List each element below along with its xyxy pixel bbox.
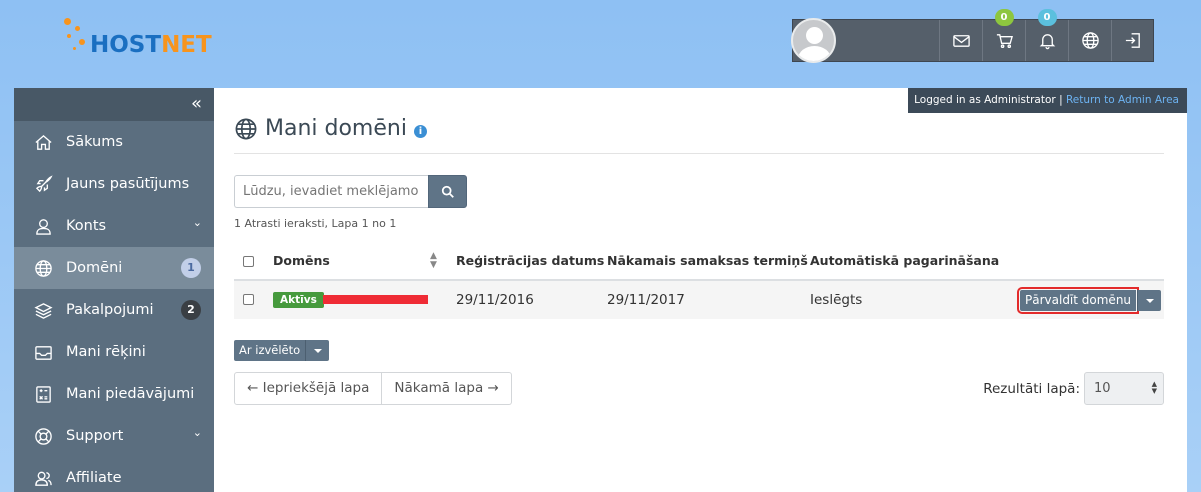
manage-domain-dropdown-toggle[interactable] [1137,290,1162,311]
manage-domain-button[interactable]: Pārvaldīt domēnu [1016,287,1140,314]
logo-text: HOSTNET [90,32,212,58]
globe-icon [1081,32,1099,49]
registration-date: 29/11/2016 [456,292,534,308]
cart-button[interactable]: 0 [982,9,1025,61]
sidebar-item-label: Sākums [66,134,123,150]
logout-button[interactable] [1111,20,1154,61]
sidebar-header: « [14,88,214,121]
envelope-icon [952,35,970,47]
admin-bar: Logged in as Administrator | Return to A… [908,88,1187,113]
search-button[interactable] [428,175,467,208]
column-header-domain[interactable]: Domēns [273,253,330,268]
previous-page-button[interactable]: ← Iepriekšējā lapa [234,372,383,405]
users-icon [33,468,54,489]
hostnet-logo[interactable]: HOSTNET [62,16,232,64]
globe-icon [235,118,257,139]
search-bar [234,175,467,208]
results-per-page-value: 10 [1094,381,1111,396]
redacted-domain-name [323,295,428,304]
sidebar-item-label: Mani rēķini [66,344,146,360]
sidebar-item-label: Jauns pasūtījums [66,176,190,192]
avatar[interactable] [791,18,836,63]
sidebar-item-domains[interactable]: Domēni 1 [14,247,214,289]
language-button[interactable] [1068,20,1111,61]
main-content: Logged in as Administrator | Return to A… [214,88,1187,492]
sidebar-item-label: Pakalpojumi [66,302,154,318]
inbox-icon [33,342,54,363]
status-badge: Aktīvs [273,292,324,308]
home-icon [33,132,54,153]
lifebuoy-icon [33,426,54,447]
sidebar-item-quotes[interactable]: Mani piedāvājumi [14,373,214,415]
auto-renew-status: Ieslēgts [810,292,863,308]
sidebar-item-account[interactable]: Konts ⌄ [14,205,214,247]
globe-icon [33,258,54,279]
sidebar-item-new-order[interactable]: Jauns pasūtījums [14,163,214,205]
bulk-action-group: Ar izvēlēto [234,340,330,361]
sidebar-item-affiliate[interactable]: Affiliate [14,457,214,492]
search-input[interactable] [234,175,428,208]
collapse-sidebar-icon[interactable]: « [191,93,202,114]
table-row[interactable]: Aktīvs 29/11/2016 29/11/2017 Ieslēgts Pā… [234,281,1164,319]
domains-count-badge: 1 [181,258,201,278]
info-icon[interactable]: i [413,124,427,138]
title-divider [234,153,1164,154]
user-toolbar: 0 0 [791,9,1154,63]
sidebar-item-label: Konts [66,218,107,234]
sidebar-item-label: Affiliate [66,470,122,486]
page-title: Mani domēni i [234,116,427,141]
sidebar-item-label: Mani piedāvājumi [66,386,195,402]
page-title-text: Mani domēni [265,116,407,141]
search-icon [441,185,454,198]
logged-in-text: Logged in as Administrator [914,94,1056,106]
cart-icon [996,34,1013,49]
layers-icon [33,300,54,321]
cart-count-badge: 0 [994,9,1014,26]
chevron-down-icon: ⌄ [192,216,202,229]
column-header-next-due[interactable]: Nākamais samaksas termiņš [607,253,808,268]
pagination: ← Iepriekšējā lapa Nākamā lapa → [234,372,512,405]
sidebar-item-services[interactable]: Pakalpojumi 2 [14,289,214,331]
bell-icon [1039,34,1055,50]
record-count-text: 1 Atrasti ieraksti, Lapa 1 no 1 [234,217,397,230]
row-checkbox[interactable] [243,294,254,305]
column-header-auto-renew[interactable]: Automātiskā pagarināšana [810,253,999,268]
sidebar-item-label: Domēni [66,260,123,276]
caret-down-icon [313,348,322,353]
caret-down-icon [1145,298,1154,303]
bulk-action-button[interactable]: Ar izvēlēto [234,340,306,361]
sidebar-item-invoices[interactable]: Mani rēķini [14,331,214,373]
next-due-date: 29/11/2017 [607,292,685,308]
manage-domain-group: Pārvaldīt domēnu [1016,287,1162,314]
sort-icon[interactable]: ▲ ▼ [430,252,437,270]
next-page-button[interactable]: Nākamā lapa → [382,372,512,405]
sidebar: « Sākums Jauns pasūtījums Konts ⌄ Domēni… [14,88,214,492]
results-per-page-label: Rezultāti lapā: [983,380,1080,397]
admin-bar-separator: | [1059,94,1063,106]
table-header: Domēns ▲ ▼ Reģistrācijas datums Nākamais … [234,241,1164,281]
sidebar-item-label: Support [66,428,124,444]
results-per-page-select[interactable]: 10 ▲ ▼ [1084,372,1164,405]
sidebar-item-support[interactable]: Support ⌄ [14,415,214,457]
rocket-icon [33,174,54,195]
chevron-down-icon: ⌄ [192,426,202,439]
messages-button[interactable] [939,20,982,61]
calculator-icon [33,384,54,405]
notifications-count-badge: 0 [1037,9,1057,26]
results-per-page: Rezultāti lapā: 10 ▲ ▼ [983,372,1164,405]
select-arrows-icon: ▲ ▼ [1151,380,1157,395]
bulk-action-dropdown-toggle[interactable] [305,340,330,361]
logout-icon [1125,33,1140,48]
notifications-button[interactable]: 0 [1025,9,1068,61]
user-icon [33,216,54,237]
return-to-admin-link[interactable]: Return to Admin Area [1066,94,1179,106]
select-all-checkbox[interactable] [243,256,254,267]
column-header-registration-date[interactable]: Reģistrācijas datums [456,253,604,268]
sidebar-item-home[interactable]: Sākums [14,121,214,163]
domains-table: Domēns ▲ ▼ Reģistrācijas datums Nākamais … [234,241,1164,319]
services-count-badge: 2 [181,300,201,320]
